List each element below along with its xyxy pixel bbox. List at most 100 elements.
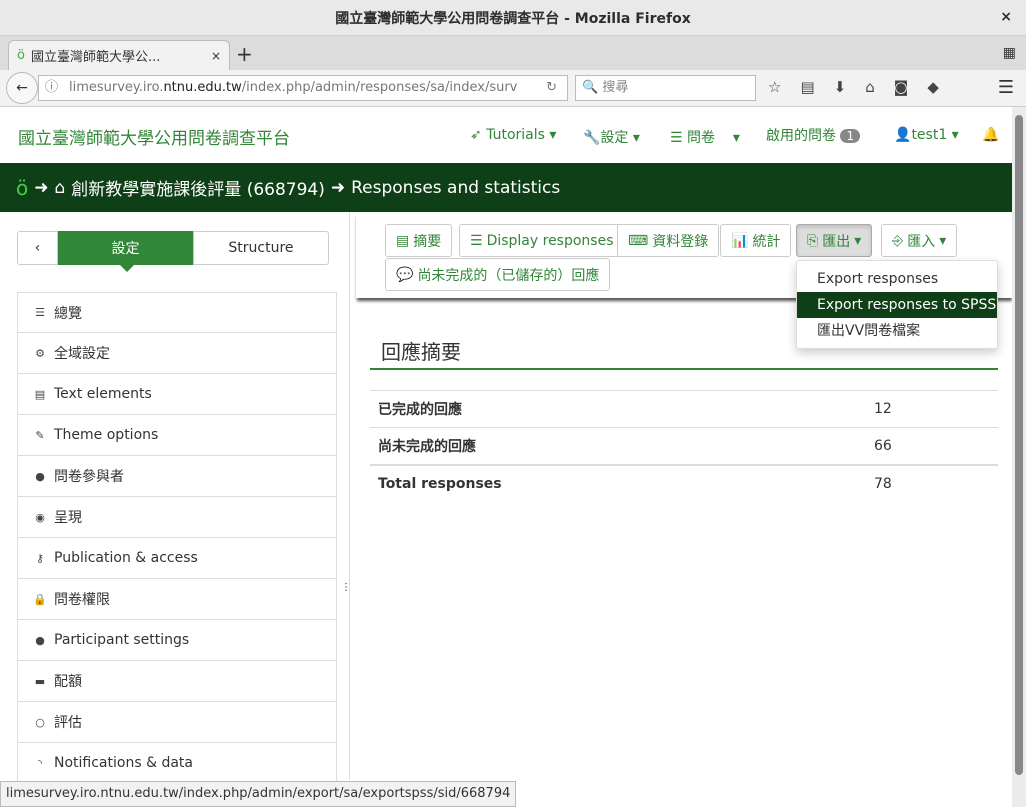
summary-icon: ▤ — [396, 232, 410, 249]
sidebar-item-label: 總覽 — [54, 305, 82, 322]
sidebar-item[interactable]: ◝ Notifications & data — [17, 743, 337, 784]
stats-label: 統計 — [752, 233, 781, 250]
sidebar-item[interactable]: ● Participant settings — [17, 620, 337, 661]
tab-settings[interactable]: 設定 — [58, 231, 193, 272]
limesurvey-favicon-icon: ö — [17, 48, 25, 63]
sidebar-item[interactable]: ☰ 總覽 — [17, 292, 337, 333]
row-label: Total responses — [370, 463, 866, 502]
url-bar[interactable]: ⓘ limesurvey.iro.ntnu.edu.tw/index.php/ad… — [38, 75, 568, 101]
rss-icon: ◝ — [37, 756, 43, 770]
new-tab-button[interactable]: + — [236, 42, 253, 66]
sidebar-menu: ☰ 總覽 ⚙ 全域設定 ▤ Text elements ✎ Theme options ● 問卷參… — [17, 292, 337, 784]
limesurvey-logo-icon: ö — [16, 175, 29, 200]
sidebar-item-label: Publication & access — [54, 550, 198, 566]
sidebar-item[interactable]: ● 問卷參與者 — [17, 456, 337, 497]
export-dropdown: Export responses Export responses to SPS… — [796, 260, 998, 349]
display-responses-button[interactable]: ☰ Display responses — [459, 224, 625, 257]
row-value: 66 — [866, 427, 998, 465]
data-entry-button[interactable]: ⌨ 資料登錄 — [617, 224, 720, 257]
sidebar-item[interactable]: ○ 評估 — [17, 702, 337, 743]
active-surveys-link[interactable]: 啟用的問卷 1 — [766, 125, 861, 145]
app-navbar: 國立臺灣師範大學公用問卷調查平台 ➶ Tutorials ▾ 🔧設定 ▾ ☰ 問… — [0, 107, 1012, 163]
user-label: test1 — [911, 127, 948, 143]
menu-icon[interactable]: ☰ — [998, 77, 1014, 98]
surveys-menu[interactable]: ☰ 問卷 ▾ — [670, 127, 740, 147]
sidebar-item[interactable]: ⚷ Publication & access — [17, 538, 337, 579]
active-count-badge: 1 — [840, 129, 861, 143]
sidebar-item[interactable]: ◉ 呈現 — [17, 497, 337, 538]
table-row-total: Total responses 78 — [370, 463, 998, 502]
sidebar-item-label: Theme options — [54, 427, 159, 443]
sidebar-resize-handle[interactable]: ⋮ — [341, 582, 351, 593]
extension-icon[interactable]: ◆ — [927, 78, 939, 96]
page-scrollbar[interactable] — [1012, 107, 1026, 807]
browser-tab[interactable]: ö 國立臺灣師範大學公... × — [8, 40, 230, 70]
summary-button[interactable]: ▤ 摘要 — [385, 224, 453, 257]
breadcrumb-survey[interactable]: 創新教學實施課後評量 (668794) — [71, 175, 325, 200]
summary-label: 摘要 — [413, 233, 442, 250]
table-row: 已完成的回應 12 — [370, 390, 998, 428]
sidebar-item-label: 問卷權限 — [54, 592, 110, 608]
sidebar-item-label: 呈現 — [54, 510, 82, 526]
row-label: 已完成的回應 — [370, 390, 866, 428]
settings-menu[interactable]: 🔧設定 ▾ — [583, 127, 640, 147]
sidebar-item-label: 全域設定 — [54, 346, 110, 362]
sidebar-item[interactable]: ✎ Theme options — [17, 415, 337, 456]
sidebar-item-label: Text elements — [54, 386, 152, 402]
window-titlebar: 國立臺灣師範大學公用問卷調查平台 - Mozilla Firefox × — [0, 0, 1026, 36]
collapse-sidebar-button[interactable]: ‹ — [17, 231, 58, 265]
import-button[interactable]: ⎆ 匯入 ▾ — [881, 224, 958, 257]
eye-slash-icon: ◉ — [35, 510, 45, 524]
url-host: ntnu.edu.tw — [163, 80, 242, 95]
tab-grid-icon[interactable]: ▦ — [1003, 45, 1016, 61]
home-icon[interactable]: ⌂ — [55, 178, 66, 198]
users-icon: ● — [35, 633, 45, 647]
search-input[interactable]: 🔍 搜尋 — [575, 75, 756, 101]
bookmark-star-icon[interactable]: ☆ — [768, 78, 781, 96]
partial-responses-button[interactable]: 💬 尚未完成的（已儲存的）回應 — [385, 258, 611, 291]
tab-title: 國立臺灣師範大學公... — [30, 50, 161, 65]
export-label: 匯出 — [822, 233, 851, 250]
pocket-icon[interactable]: ◙ — [894, 78, 909, 96]
window-title: 國立臺灣師範大學公用問卷調查平台 - Mozilla Firefox — [335, 10, 691, 27]
keyboard-icon: ⌨ — [628, 232, 649, 249]
tasks-icon: ▬ — [34, 674, 46, 688]
comment-icon: 💬 — [396, 266, 414, 283]
window-close-button[interactable]: × — [1000, 9, 1012, 25]
arrow-right-icon: ➜ — [34, 177, 49, 198]
export-spss-item[interactable]: Export responses to SPSS — [797, 292, 997, 318]
sidebar-item[interactable]: ⚙ 全域設定 — [17, 333, 337, 374]
table-row: 尚未完成的回應 66 — [370, 427, 998, 465]
file-text-icon: ▤ — [34, 387, 46, 401]
reader-icon[interactable]: ▤ — [800, 78, 814, 96]
list-icon: ☰ — [470, 232, 483, 249]
sidebar-item-label: Participant settings — [54, 632, 190, 648]
reload-icon[interactable]: ↻ — [546, 76, 557, 100]
data-entry-label: 資料登錄 — [652, 233, 709, 250]
export-button[interactable]: ⎘ 匯出 ▾ — [796, 224, 873, 257]
info-icon[interactable]: ⓘ — [45, 76, 58, 100]
sidebar-item[interactable]: 🔒 問卷權限 — [17, 579, 337, 620]
partial-label: 尚未完成的（已儲存的）回應 — [417, 267, 600, 284]
export-vv-item[interactable]: 匯出VV問卷檔案 — [797, 318, 997, 344]
tab-close-button[interactable]: × — [211, 49, 221, 63]
sidebar-item[interactable]: ▬ 配額 — [17, 661, 337, 702]
brush-icon: ✎ — [35, 428, 45, 442]
scrollbar-thumb[interactable] — [1015, 115, 1023, 775]
sidebar: ‹ 設定 Structure ☰ 總覽 ⚙ 全域設定 ▤ Text elements ✎ Th… — [0, 212, 350, 784]
import-icon: ⎆ — [892, 232, 904, 249]
user-icon: ● — [35, 469, 45, 483]
export-responses-item[interactable]: Export responses — [797, 266, 997, 292]
back-button[interactable]: ← — [6, 72, 38, 104]
tab-structure[interactable]: Structure — [193, 231, 329, 265]
bell-icon[interactable]: 🔔 — [982, 127, 999, 143]
download-icon[interactable]: ⬇ — [834, 78, 847, 96]
tutorials-menu[interactable]: ➶ Tutorials ▾ — [470, 127, 556, 143]
sidebar-item[interactable]: ▤ Text elements — [17, 374, 337, 415]
key-icon: ⚷ — [35, 551, 45, 565]
home-icon[interactable]: ⌂ — [865, 78, 875, 96]
export-icon: ⎘ — [807, 232, 819, 249]
user-menu[interactable]: 👤test1 ▾ — [894, 127, 959, 143]
site-brand[interactable]: 國立臺灣師範大學公用問卷調查平台 — [18, 124, 290, 149]
statistics-button[interactable]: 📊 統計 — [720, 224, 792, 257]
